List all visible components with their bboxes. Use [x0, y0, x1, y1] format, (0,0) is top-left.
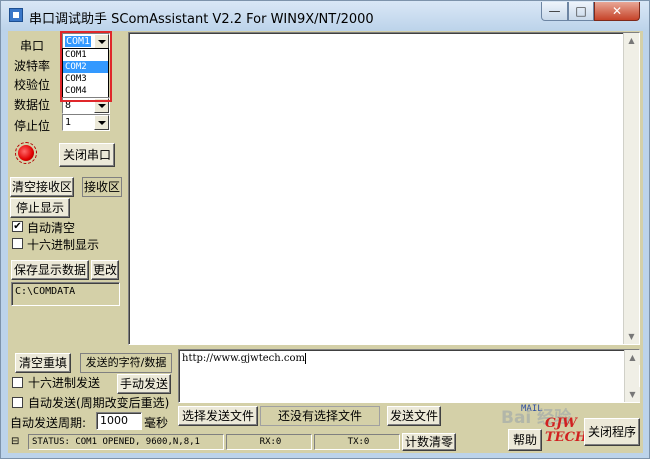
auto-clear-checkbox[interactable]: ✔	[12, 221, 23, 232]
period-input[interactable]: 1000	[96, 412, 142, 430]
send-scrollbar[interactable]: ▲ ▼	[624, 350, 640, 402]
send-file-button[interactable]: 发送文件	[387, 406, 441, 426]
reset-counter-button[interactable]: 计数清零	[402, 433, 456, 451]
title-bar[interactable]: 串口调试助手 SComAssistant V2.2 For WIN9X/NT/2…	[1, 1, 649, 31]
highlight-box-overlay	[60, 31, 112, 102]
help-button[interactable]: 帮助	[508, 429, 542, 451]
hex-display-checkbox[interactable]	[12, 238, 23, 249]
send-text: http://www.gjwtech.com	[182, 353, 305, 364]
auto-send-label: 自动发送(周期改变后重选)	[28, 396, 170, 410]
window-title: 串口调试助手 SComAssistant V2.2 For WIN9X/NT/2…	[29, 12, 374, 27]
hex-send-checkbox[interactable]	[12, 377, 23, 388]
save-path-field[interactable]: C:\COMDATA	[11, 282, 120, 306]
stop-display-button[interactable]: 停止显示	[10, 198, 70, 218]
scroll-down-icon[interactable]: ▼	[624, 329, 639, 344]
receive-textarea[interactable]: ▲ ▼	[128, 32, 640, 345]
receive-scrollbar[interactable]: ▲ ▼	[623, 33, 639, 344]
send-textarea[interactable]: http://www.gjwtech.com ▲ ▼	[178, 349, 640, 403]
manual-send-button[interactable]: 手动发送	[117, 374, 171, 394]
clear-resend-button[interactable]: 清空重填	[15, 353, 71, 373]
stopbits-label: 停止位	[14, 119, 51, 133]
scroll-up-icon[interactable]: ▲	[625, 350, 640, 365]
logo-text-top: GJW	[545, 416, 577, 431]
text-cursor	[304, 353, 310, 364]
port-label: 串口	[20, 39, 45, 53]
close-button[interactable]: ✕	[594, 2, 640, 21]
main-window: 串口调试助手 SComAssistant V2.2 For WIN9X/NT/2…	[0, 0, 650, 459]
scroll-up-icon[interactable]: ▲	[624, 33, 639, 48]
red-led-icon	[15, 142, 37, 164]
close-program-button[interactable]: 关闭程序	[584, 418, 640, 446]
rx-counter: RX:0	[226, 434, 312, 450]
period-unit-label: 毫秒	[144, 416, 169, 430]
change-path-button[interactable]: 更改	[91, 260, 119, 280]
gjwtech-logo: GJW TECH	[545, 403, 587, 451]
stopbits-select[interactable]: 1	[62, 114, 110, 131]
hex-display-label: 十六进制显示	[27, 238, 100, 252]
send-chars-label: 发送的字符/数据	[80, 353, 172, 373]
auto-send-checkbox[interactable]	[12, 397, 23, 408]
app-icon	[9, 8, 23, 22]
databits-label: 数据位	[14, 98, 51, 112]
period-label: 自动发送周期:	[10, 416, 87, 430]
maximize-button[interactable]: □	[568, 2, 594, 21]
no-file-label: 还没有选择文件	[260, 406, 380, 426]
select-file-button[interactable]: 选择发送文件	[178, 406, 258, 426]
save-data-button[interactable]: 保存显示数据	[11, 260, 89, 280]
clear-receive-button[interactable]: 清空接收区	[10, 177, 74, 197]
scroll-down-icon[interactable]: ▼	[625, 387, 640, 402]
checkmark-icon: ✔	[13, 221, 22, 232]
chevron-down-icon[interactable]	[94, 115, 109, 130]
tx-counter: TX:0	[314, 434, 400, 450]
parity-label: 校验位	[14, 78, 51, 92]
receive-area-label: 接收区	[82, 177, 122, 197]
client-area: 串口 波特率 校验位 数据位 停止位 COM1 COM1 COM2 COM3 C…	[8, 31, 643, 453]
stopbits-select-value: 1	[65, 117, 72, 128]
hex-send-label: 十六进制发送	[28, 376, 101, 390]
logo-text-bottom: TECH	[545, 430, 588, 445]
auto-clear-label: 自动清空	[27, 221, 76, 235]
baud-label: 波特率	[14, 59, 51, 73]
minimize-button[interactable]: —	[541, 2, 568, 21]
close-port-button[interactable]: 关闭串口	[59, 143, 115, 167]
status-text: STATUS: COM1 OPENED, 9600,N,8,1	[28, 434, 224, 450]
status-icon: ⊟	[11, 436, 20, 447]
